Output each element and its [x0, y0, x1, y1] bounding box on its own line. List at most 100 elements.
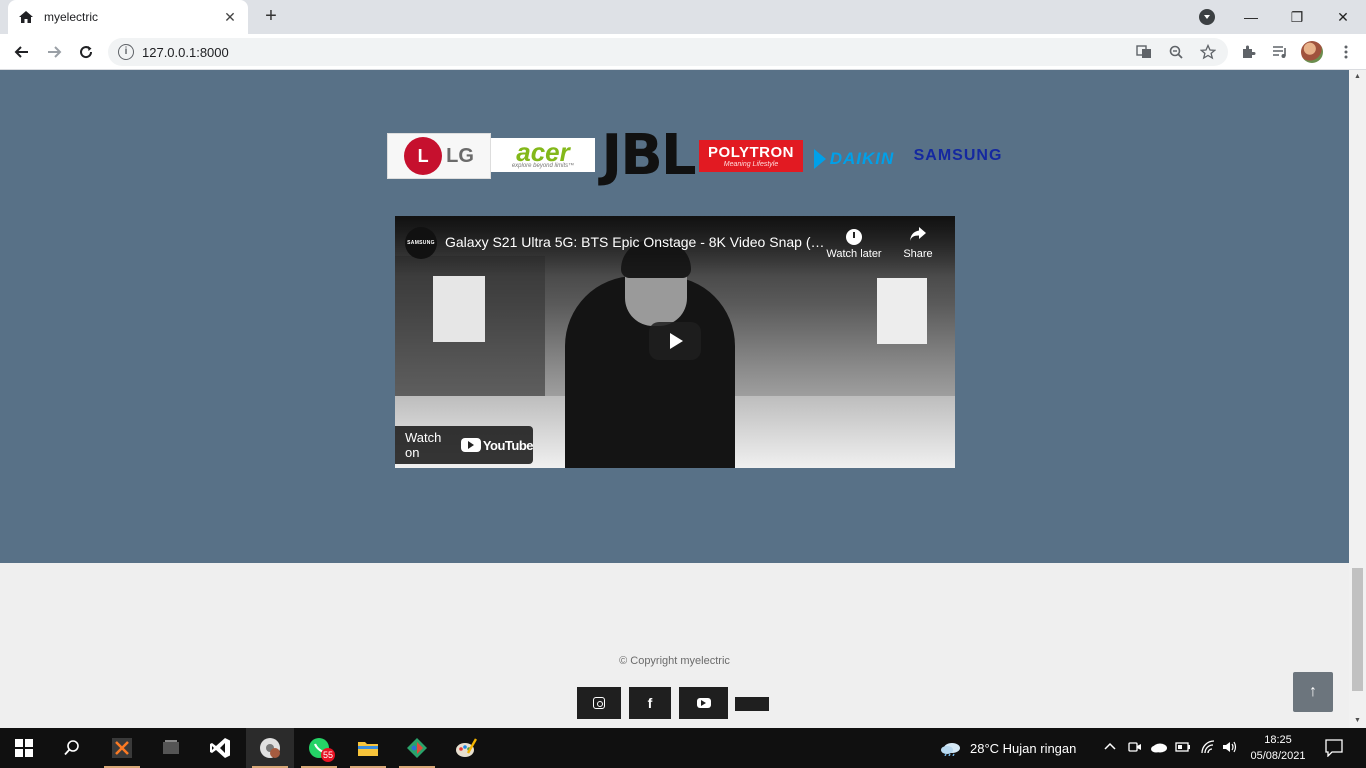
taskbar-app-visual-studio[interactable]	[196, 728, 244, 768]
daikin-text: DAIKIN	[829, 149, 895, 168]
acer-logo: acer explore beyond limits™	[491, 138, 595, 172]
reload-button[interactable]	[74, 40, 98, 64]
watch-later-button[interactable]: Watch later	[824, 226, 884, 260]
minimize-button[interactable]: —	[1228, 0, 1274, 34]
browser-titlebar: myelectric ✕ + — ❐ ✕	[0, 0, 1366, 34]
clock-time: 18:25	[1264, 734, 1292, 746]
forward-button[interactable]	[42, 40, 66, 64]
address-bar[interactable]: i 127.0.0.1:8000	[108, 38, 1228, 66]
sourcetree-icon	[407, 738, 427, 758]
back-button[interactable]	[10, 40, 34, 64]
jbl-logo: JBL	[601, 122, 696, 188]
watch-on-label: Watch on	[405, 430, 442, 460]
restore-button[interactable]: ❐	[1274, 0, 1320, 34]
profile-avatar[interactable]	[1301, 41, 1323, 63]
wifi-icon[interactable]	[1200, 740, 1216, 756]
taskbar-app-whatsapp[interactable]: 55	[295, 728, 343, 768]
xampp-icon	[112, 738, 132, 758]
clock-date: 05/08/2021	[1250, 750, 1306, 762]
weather-text[interactable]: 28°C Hujan ringan	[970, 728, 1076, 768]
back-to-top-button[interactable]: ↑	[1293, 672, 1333, 712]
youtube-play-icon	[460, 438, 481, 452]
page-scrollbar[interactable]: ▲ ▼	[1349, 70, 1366, 728]
scroll-up-arrow-icon[interactable]: ▲	[1349, 70, 1366, 84]
polytron-logo: POLYTRON Meaning Lifestyle	[699, 140, 803, 172]
windows-taskbar: 55 28°C Hujan ringan 18:25 05/08/2021	[0, 728, 1366, 768]
lg-mark: L	[404, 137, 443, 175]
lg-text: LG	[446, 144, 474, 167]
facebook-button[interactable]: f	[629, 687, 671, 719]
visual-studio-icon	[210, 738, 230, 758]
scroll-down-arrow-icon[interactable]: ▼	[1349, 714, 1366, 728]
browser-tab[interactable]: myelectric ✕	[8, 0, 248, 34]
taskbar-app-chrome[interactable]	[246, 728, 294, 768]
onedrive-cloud-icon[interactable]	[1150, 740, 1167, 756]
page-viewport: L LG acer explore beyond limits™ JBL POL…	[0, 70, 1349, 728]
url-text[interactable]: 127.0.0.1:8000	[142, 45, 229, 60]
system-clock[interactable]: 18:25 05/08/2021	[1246, 732, 1310, 764]
menu-dots-icon[interactable]	[1334, 40, 1358, 64]
video-scene-poster	[433, 276, 485, 342]
close-window-button[interactable]: ✕	[1320, 0, 1366, 34]
youtube-icon	[696, 698, 711, 708]
taskbar-app-file-explorer[interactable]	[344, 728, 392, 768]
share-button[interactable]: Share	[888, 226, 948, 260]
volume-icon[interactable]	[1222, 740, 1238, 756]
home-icon	[18, 9, 34, 25]
search-button[interactable]	[48, 728, 96, 768]
polytron-tagline: Meaning Lifestyle	[723, 160, 779, 168]
polytron-text: POLYTRON	[708, 143, 794, 161]
whatsapp-badge: 55	[321, 748, 335, 762]
share-label: Share	[903, 248, 933, 260]
youtube-button[interactable]	[679, 687, 728, 719]
notification-center-icon[interactable]	[1325, 739, 1343, 758]
search-icon	[64, 740, 79, 756]
share-icon	[888, 226, 948, 248]
zoom-icon[interactable]	[1168, 44, 1184, 60]
start-button[interactable]	[0, 728, 48, 768]
taskbar-app-sourcetree[interactable]	[393, 728, 441, 768]
youtube-wordmark: YouTube	[482, 437, 534, 453]
windows-logo-icon	[15, 739, 33, 757]
tab-search-icon[interactable]	[1199, 9, 1215, 25]
folder-icon	[358, 742, 378, 756]
battery-icon[interactable]	[1175, 740, 1191, 756]
play-button[interactable]	[649, 322, 701, 360]
watch-on-youtube-button[interactable]: Watch on YouTube	[395, 426, 534, 464]
video-title[interactable]: Galaxy S21 Ultra 5G: BTS Epic Onstage - …	[445, 234, 824, 250]
taskbar-app-xampp[interactable]	[98, 728, 146, 768]
taskbar-app-paint[interactable]	[442, 728, 490, 768]
media-control-icon[interactable]	[1268, 40, 1292, 64]
samsung-logo: SAMSUNG	[913, 147, 1003, 164]
copyright-text: © Copyright myelectric	[619, 655, 730, 667]
acer-tagline: explore beyond limits™	[511, 163, 575, 169]
youtube-logo: YouTube	[460, 437, 534, 453]
clock-icon	[846, 229, 862, 245]
lg-logo: L LG	[387, 133, 491, 179]
taskbar-app-explorer-stack[interactable]	[147, 728, 195, 768]
bookmark-star-icon[interactable]	[1199, 43, 1217, 60]
daikin-mark-icon	[813, 149, 826, 169]
extensions-icon[interactable]	[1236, 40, 1260, 64]
tab-title: myelectric	[44, 10, 99, 24]
weather-cloud-icon[interactable]	[940, 740, 962, 757]
meet-now-icon[interactable]	[1127, 740, 1143, 756]
site-info-icon[interactable]: i	[118, 44, 134, 60]
acer-text: acer	[516, 137, 570, 167]
translate-icon[interactable]	[1136, 44, 1152, 60]
instagram-button[interactable]	[577, 687, 621, 719]
play-icon	[670, 333, 683, 349]
scrollbar-thumb[interactable]	[1352, 568, 1363, 691]
brand-section: L LG acer explore beyond limits™ JBL POL…	[0, 70, 1349, 563]
watch-later-label: Watch later	[826, 248, 882, 260]
instagram-icon	[593, 697, 605, 709]
social-button-extra[interactable]	[735, 697, 769, 711]
app-stack-icon	[163, 740, 179, 754]
browser-toolbar: i 127.0.0.1:8000	[0, 34, 1366, 70]
youtube-embed[interactable]: SAMSUNG Galaxy S21 Ultra 5G: BTS Epic On…	[395, 216, 955, 468]
new-tab-button[interactable]: +	[260, 6, 282, 28]
channel-avatar[interactable]: SAMSUNG	[405, 227, 437, 259]
show-hidden-icons-chevron-icon[interactable]	[1102, 740, 1118, 756]
tab-close-icon[interactable]: ✕	[222, 9, 238, 26]
paint-icon	[456, 738, 477, 757]
